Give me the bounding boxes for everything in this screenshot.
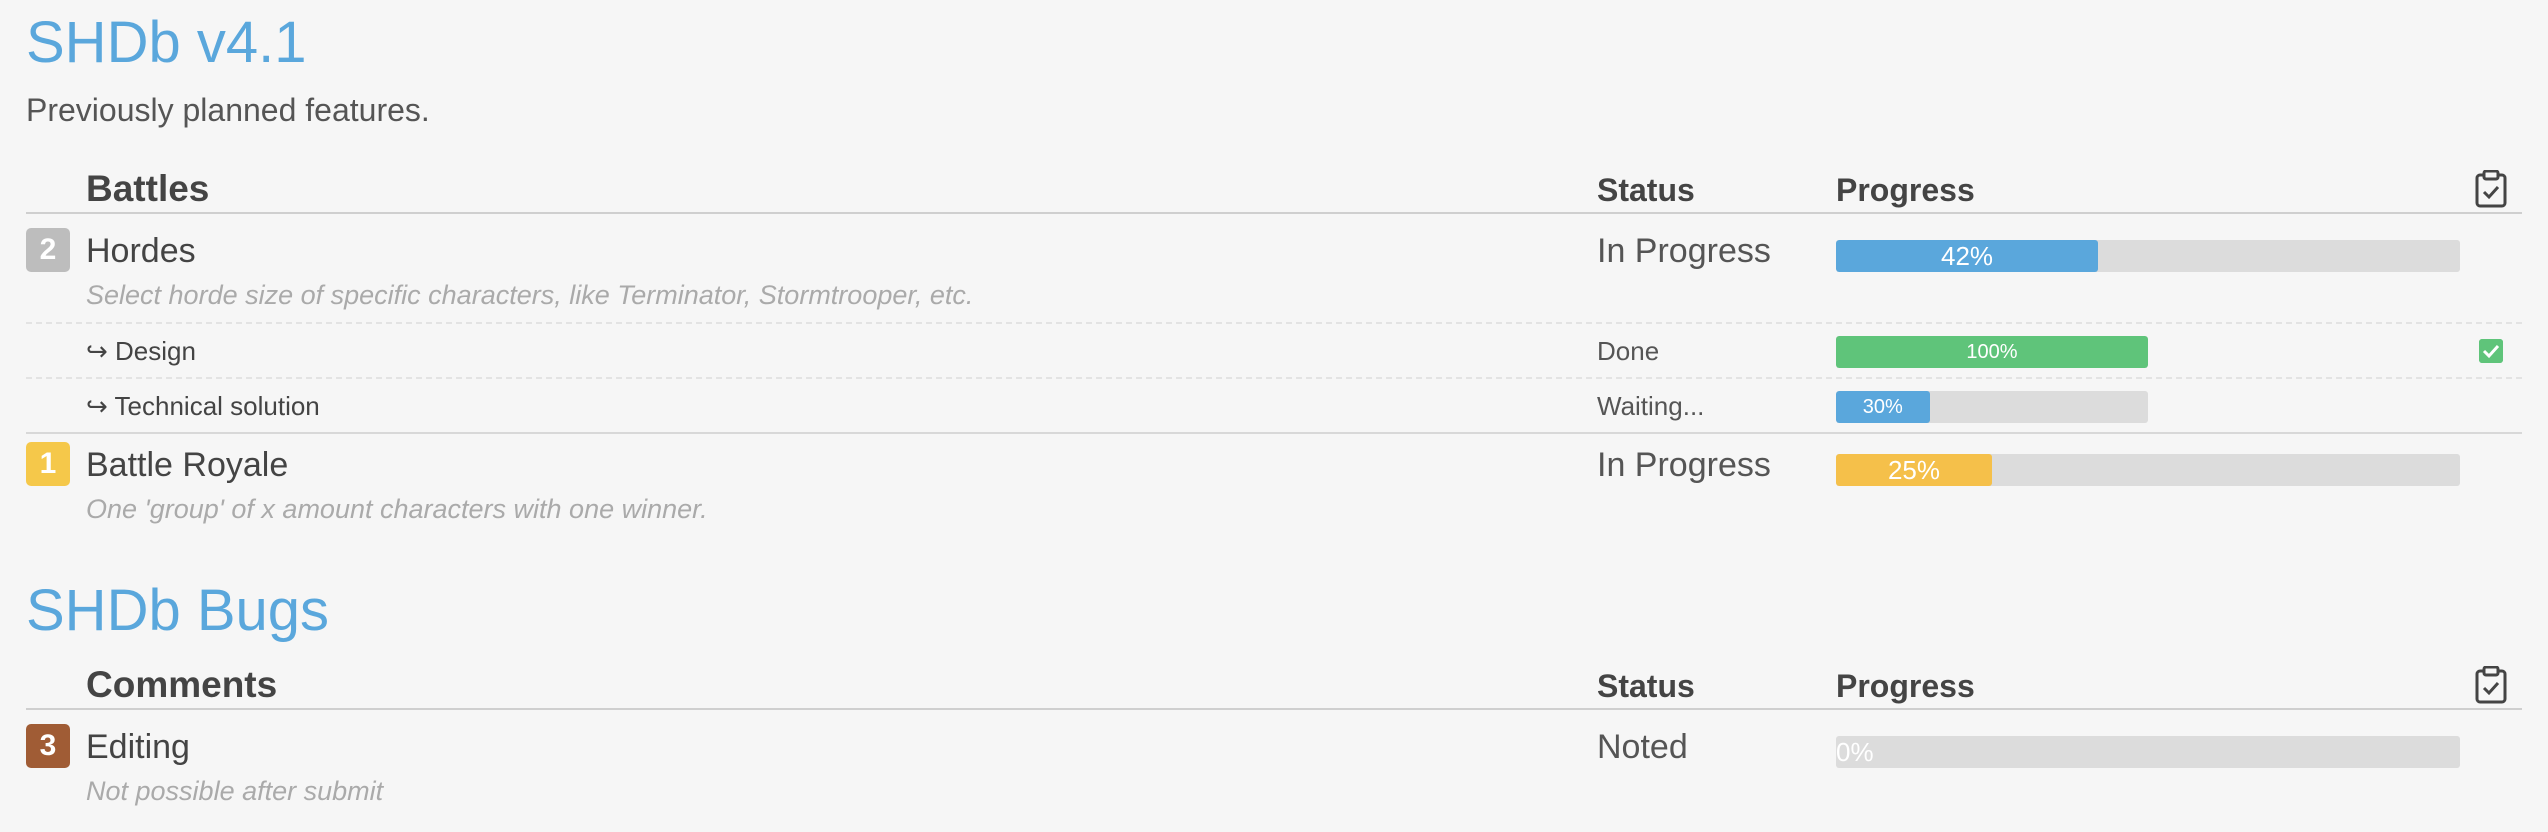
- bug-title: Editing: [86, 728, 190, 766]
- feature-status: In Progress: [1597, 232, 1771, 270]
- progress-bar: 100%: [1836, 336, 2148, 368]
- subtask-title: ↪ Design: [86, 336, 196, 366]
- checkbox-checked-icon[interactable]: [2479, 339, 2503, 363]
- page: SHDb v4.1 Previously planned features. B…: [0, 0, 2548, 832]
- header-name: Battles: [86, 168, 210, 209]
- feature-title: Hordes: [86, 232, 196, 270]
- section-title-features: SHDb v4.1: [26, 10, 307, 75]
- progress-bar: 25%: [1836, 454, 2460, 486]
- priority-badge: 3: [26, 724, 70, 768]
- priority-badge: 2: [26, 228, 70, 272]
- header-progress: Progress: [1836, 172, 1975, 208]
- feature-status: In Progress: [1597, 446, 1771, 484]
- progress-fill: 100%: [1836, 336, 2148, 368]
- bug-status: Noted: [1597, 728, 1688, 766]
- feature-row-battle-royale[interactable]: 1 Battle Royale One 'group' of x amount …: [26, 442, 2522, 532]
- subtask-title: ↪ Technical solution: [86, 391, 320, 421]
- feature-row-hordes[interactable]: 2 Hordes Select horde size of specific c…: [26, 228, 2522, 320]
- section-title-bugs: SHDb Bugs: [26, 578, 330, 643]
- progress-bar: 0%: [1836, 736, 2460, 768]
- bug-row-editing[interactable]: 3 Editing Not possible after submit Note…: [26, 724, 2522, 816]
- progress-fill: 42%: [1836, 240, 2099, 272]
- clipboard-check-icon[interactable]: [2474, 666, 2508, 704]
- header-status: Status: [1597, 668, 1695, 704]
- progress-bar: 42%: [1836, 240, 2460, 272]
- progress-fill: 25%: [1836, 454, 1992, 486]
- table-header-comments: Comments Status Progress: [26, 664, 2522, 710]
- subtask-status: Done: [1597, 336, 1660, 366]
- subtask-status: Waiting...: [1597, 391, 1705, 421]
- header-progress: Progress: [1836, 668, 1975, 704]
- header-name: Comments: [86, 664, 278, 705]
- clipboard-check-icon[interactable]: [2474, 170, 2508, 208]
- table-header-battles: Battles Status Progress: [26, 168, 2522, 214]
- header-status: Status: [1597, 172, 1695, 208]
- bug-description: Not possible after submit: [86, 776, 384, 806]
- progress-bar: 30%: [1836, 391, 2148, 423]
- subtask-row-technical[interactable]: ↪ Technical solution Waiting... 30%: [26, 377, 2522, 433]
- section-subtitle: Previously planned features.: [26, 92, 430, 128]
- progress-fill: 30%: [1836, 391, 1930, 423]
- feature-title: Battle Royale: [86, 446, 289, 484]
- priority-badge: 1: [26, 442, 70, 486]
- row-divider: [26, 432, 2522, 434]
- feature-description: Select horde size of specific characters…: [86, 280, 974, 310]
- subtask-row-design[interactable]: ↪ Design Done 100%: [26, 322, 2522, 378]
- feature-description: One 'group' of x amount characters with …: [86, 494, 708, 524]
